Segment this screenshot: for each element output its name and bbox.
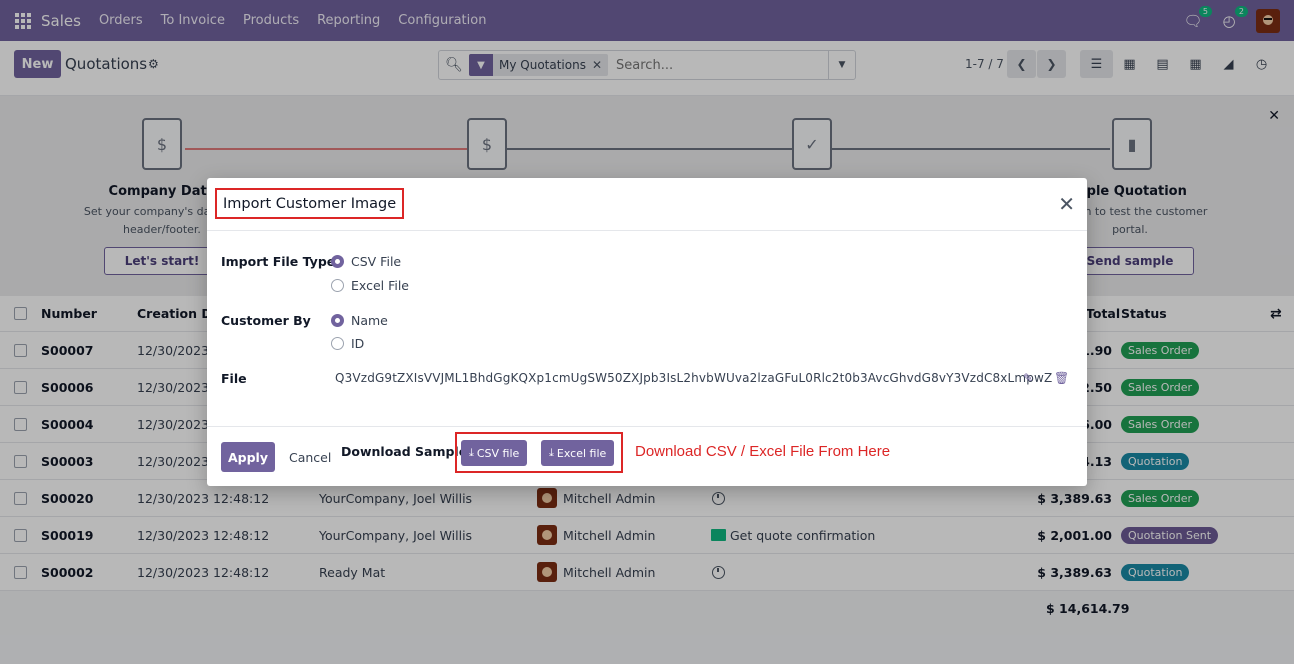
file-type-label: Import File Type xyxy=(221,254,336,269)
download-icon: ⤓ xyxy=(549,446,554,459)
excel-sample-button[interactable]: ⤓ Excel file xyxy=(541,440,615,466)
csv-sample-label: CSV file xyxy=(476,446,520,460)
csv-sample-button[interactable]: ⤓ CSV file xyxy=(461,440,528,466)
radio-label: CSV File xyxy=(351,254,402,269)
radio-id[interactable]: ID xyxy=(331,336,364,351)
import-dialog: Import Customer Image ✕ Import File Type… xyxy=(207,178,1087,486)
cancel-button[interactable]: Cancel xyxy=(289,450,331,465)
radio-excel-file[interactable]: Excel File xyxy=(331,278,409,293)
customer-by-label: Customer By xyxy=(221,313,311,328)
download-highlight-box: ⤓ CSV file ⤓ Excel file xyxy=(455,432,623,473)
apply-button[interactable]: Apply xyxy=(221,442,275,472)
radio-checked-icon[interactable] xyxy=(331,314,344,327)
trash-icon[interactable]: 🗑︎ xyxy=(1054,371,1069,385)
radio-label: ID xyxy=(351,336,365,351)
download-icon: ⤓ xyxy=(469,446,474,459)
file-label: File xyxy=(221,371,247,386)
pencil-icon[interactable]: ✎ xyxy=(1023,371,1033,385)
dialog-footer: Apply Cancel Download Sample: ⤓ CSV file… xyxy=(207,426,1087,486)
radio-label: Name xyxy=(351,313,388,328)
download-annotation: Download CSV / Excel File From Here xyxy=(635,443,891,460)
download-sample-label: Download Sample: xyxy=(341,444,473,459)
dialog-header: Import Customer Image ✕ xyxy=(207,178,1087,231)
radio-csv-file[interactable]: CSV File xyxy=(331,254,401,269)
radio-unchecked-icon[interactable] xyxy=(331,337,344,350)
radio-name[interactable]: Name xyxy=(331,313,388,328)
file-value: Q3VzdG9tZXIsVVJML1BhdGgKQXp1cmUgSW50ZXJp… xyxy=(335,371,1053,385)
radio-unchecked-icon[interactable] xyxy=(331,279,344,292)
dialog-title: Import Customer Image xyxy=(215,188,405,219)
radio-label: Excel File xyxy=(351,278,410,293)
close-icon[interactable]: ✕ xyxy=(1058,192,1075,216)
radio-checked-icon[interactable] xyxy=(331,255,344,268)
excel-sample-label: Excel file xyxy=(556,446,607,460)
